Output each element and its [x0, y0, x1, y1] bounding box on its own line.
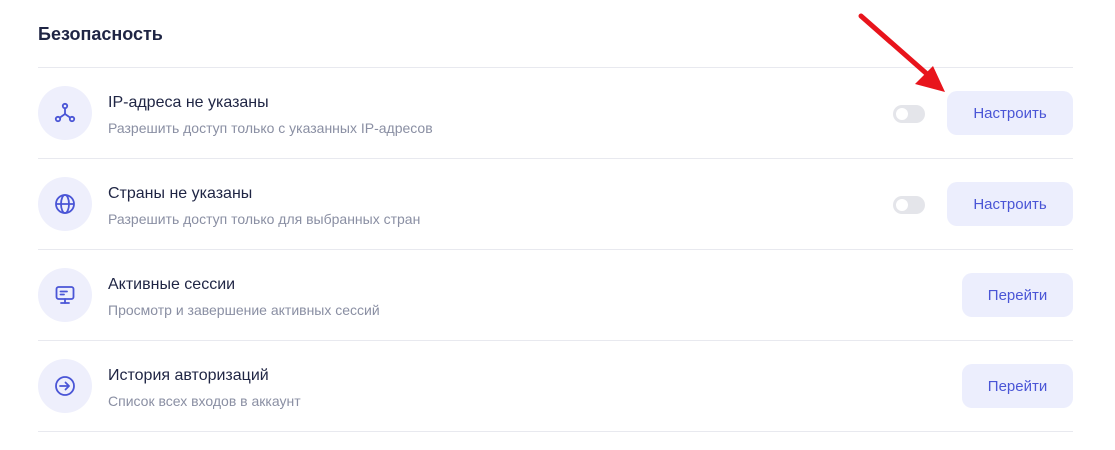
list-item-active-sessions: Активные сессии Просмотр и завершение ак…: [38, 250, 1073, 341]
row-description: Просмотр и завершение активных сессий: [108, 302, 380, 318]
toggle-knob: [896, 199, 908, 211]
configure-ip-button[interactable]: Настроить: [947, 91, 1073, 135]
row-description: Разрешить доступ только для выбранных ст…: [108, 211, 421, 227]
configure-countries-button[interactable]: Настроить: [947, 182, 1073, 226]
section-title: Безопасность: [38, 24, 163, 44]
login-icon: [38, 359, 92, 413]
row-description: Список всех входов в аккаунт: [108, 393, 301, 409]
row-title: IP-адреса не указаны: [108, 94, 269, 111]
security-settings-page: Безопасность IP-адреса не указаны Разреш…: [0, 0, 1115, 450]
row-title: История авторизаций: [108, 367, 269, 384]
toggle-knob: [896, 108, 908, 120]
list-item-ip-addresses: IP-адреса не указаны Разрешить доступ то…: [38, 68, 1073, 159]
list-item-countries: Страны не указаны Разрешить доступ тольк…: [38, 159, 1073, 250]
list-item-auth-history: История авторизаций Список всех входов в…: [38, 341, 1073, 432]
ip-restriction-toggle[interactable]: [893, 105, 925, 123]
go-auth-history-button[interactable]: Перейти: [962, 364, 1073, 408]
security-list: IP-адреса не указаны Разрешить доступ то…: [38, 67, 1073, 432]
go-sessions-button[interactable]: Перейти: [962, 273, 1073, 317]
row-title: Активные сессии: [108, 276, 236, 293]
globe-icon: [38, 177, 92, 231]
monitor-icon: [38, 268, 92, 322]
country-restriction-toggle[interactable]: [893, 196, 925, 214]
row-title: Страны не указаны: [108, 185, 253, 202]
row-description: Разрешить доступ только с указанных IP-а…: [108, 120, 433, 136]
network-nodes-icon: [38, 86, 92, 140]
